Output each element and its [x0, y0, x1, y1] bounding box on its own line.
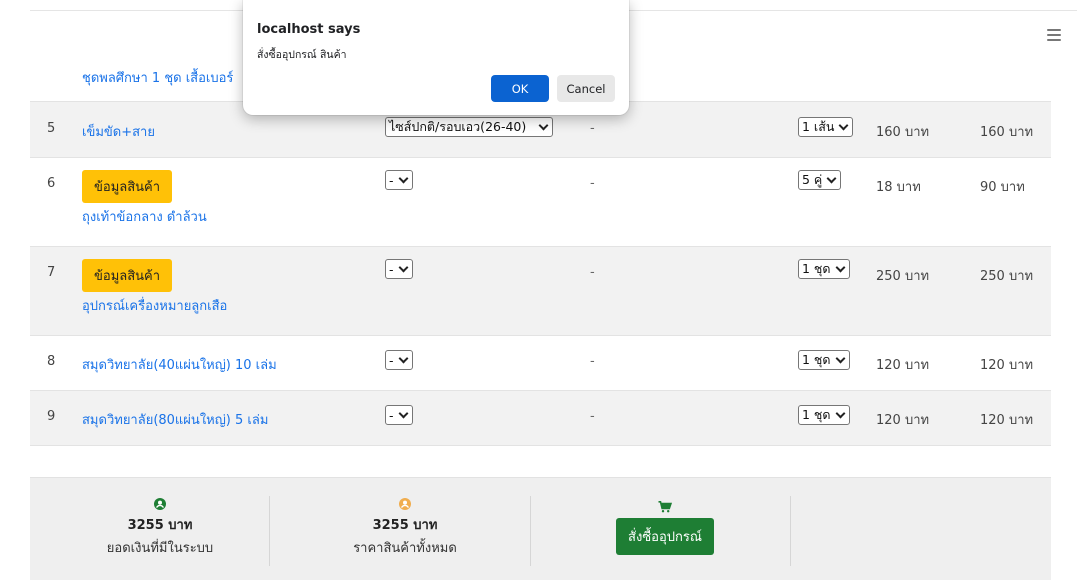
row-number: 6	[47, 176, 56, 191]
chevron-down-icon	[838, 120, 849, 130]
chevron-down-icon	[398, 262, 408, 272]
chevron-down-icon	[398, 173, 408, 183]
chevron-down-icon	[826, 173, 837, 183]
quantity-select[interactable]: 1 ชุด	[798, 259, 850, 279]
product-name-link[interactable]: ถุงเท้าข้อกลาง ดำล้วน	[82, 206, 207, 227]
total-amount: 3255 บาท	[372, 518, 438, 533]
table-row: 8 สมุดวิทยาลัย(40แผ่นใหญ่) 10 เล่ม - - 1…	[30, 336, 1051, 391]
chevron-down-icon	[398, 353, 408, 363]
total-summary: 3255 บาท ราคาสินค้าทั้งหมด	[280, 498, 530, 568]
unit-price: 160 บาท	[876, 125, 930, 140]
size-select[interactable]: -	[385, 259, 413, 279]
unit-price: 120 บาท	[876, 413, 930, 428]
product-info-button[interactable]: ข้อมูลสินค้า	[82, 259, 173, 292]
product-name-link[interactable]: อุปกรณ์เครื่องหมายลูกเสือ	[82, 295, 227, 316]
dialog-message: สั่งซื้ออุปกรณ์ สินค้า	[257, 49, 347, 61]
size-detail: -	[590, 354, 595, 369]
row-total: 120 บาท	[980, 358, 1034, 373]
row-number: 5	[47, 121, 56, 136]
quantity-select[interactable]: 1 ชุด	[798, 350, 850, 370]
size-select[interactable]: -	[385, 350, 413, 370]
dialog-ok-button[interactable]: OK	[491, 75, 549, 102]
unit-price: 250 บาท	[876, 269, 930, 284]
quantity-select[interactable]: 1 เส้น	[798, 117, 854, 137]
order-table: ชุดพลศึกษา 1 ชุด เสื้อเบอร์ 5 เข็มขัด+สา…	[30, 58, 1051, 446]
chevron-down-icon	[835, 262, 845, 272]
total-label: ราคาสินค้าทั้งหมด	[353, 541, 457, 556]
product-name-link[interactable]: สมุดวิทยาลัย(40แผ่นใหญ่) 10 เล่ม	[82, 354, 277, 375]
chevron-down-icon	[835, 353, 845, 363]
quantity-select[interactable]: 5 คู่	[798, 170, 842, 190]
footer-divider	[530, 496, 531, 566]
row-total: 120 บาท	[980, 413, 1034, 428]
order-equipment-button[interactable]: สั่งซื้ออุปกรณ์	[616, 518, 714, 555]
size-detail: -	[590, 265, 595, 280]
hamburger-menu-icon[interactable]	[1047, 29, 1061, 41]
quantity-select[interactable]: 1 ชุด	[798, 405, 850, 425]
user-icon	[399, 498, 411, 510]
row-number: 7	[47, 265, 56, 280]
product-info-button[interactable]: ข้อมูลสินค้า	[82, 170, 173, 203]
row-total: 160 บาท	[980, 125, 1034, 140]
footer-divider	[790, 496, 791, 566]
table-row: 6 ข้อมูลสินค้า ถุงเท้าข้อกลาง ดำล้วน - -…	[30, 158, 1051, 247]
confirm-dialog: localhost says สั่งซื้ออุปกรณ์ สินค้า OK…	[243, 0, 629, 115]
dialog-cancel-button[interactable]: Cancel	[557, 75, 615, 102]
order-action: สั่งซื้ออุปกรณ์	[540, 498, 790, 568]
footer-divider	[269, 496, 270, 566]
chevron-down-icon	[398, 408, 408, 418]
table-row: 7 ข้อมูลสินค้า อุปกรณ์เครื่องหมายลูกเสือ…	[30, 247, 1051, 336]
size-select[interactable]: ไซส์ปกติ/รอบเอว(26-40)	[385, 117, 553, 137]
balance-summary: 3255 บาท ยอดเงินที่มีในระบบ	[50, 498, 270, 568]
row-total: 250 บาท	[980, 269, 1034, 284]
table-row: 9 สมุดวิทยาลัย(80แผ่นใหญ่) 5 เล่ม - - 1 …	[30, 391, 1051, 446]
unit-price: 120 บาท	[876, 358, 930, 373]
product-name-link[interactable]: สมุดวิทยาลัย(80แผ่นใหญ่) 5 เล่ม	[82, 409, 268, 430]
dialog-title: localhost says	[257, 22, 361, 37]
size-select[interactable]: -	[385, 170, 413, 190]
size-detail: -	[590, 176, 595, 191]
product-name-link[interactable]: เข็มขัด+สาย	[82, 121, 155, 142]
size-detail: -	[590, 121, 595, 136]
balance-label: ยอดเงินที่มีในระบบ	[106, 541, 214, 556]
row-total: 90 บาท	[980, 180, 1025, 195]
user-icon	[154, 498, 166, 510]
row-number: 9	[47, 409, 56, 424]
order-summary-footer: 3255 บาท ยอดเงินที่มีในระบบ 3255 บาท ราค…	[30, 477, 1051, 580]
size-detail: -	[590, 409, 595, 424]
row-number: 8	[47, 354, 56, 369]
shopping-cart-icon	[658, 498, 673, 513]
chevron-down-icon	[538, 120, 549, 130]
unit-price: 18 บาท	[876, 180, 921, 195]
size-select[interactable]: -	[385, 405, 413, 425]
balance-amount: 3255 บาท	[127, 518, 193, 533]
chevron-down-icon	[835, 408, 845, 418]
product-name-link[interactable]: ชุดพลศึกษา 1 ชุด เสื้อเบอร์	[82, 67, 233, 88]
